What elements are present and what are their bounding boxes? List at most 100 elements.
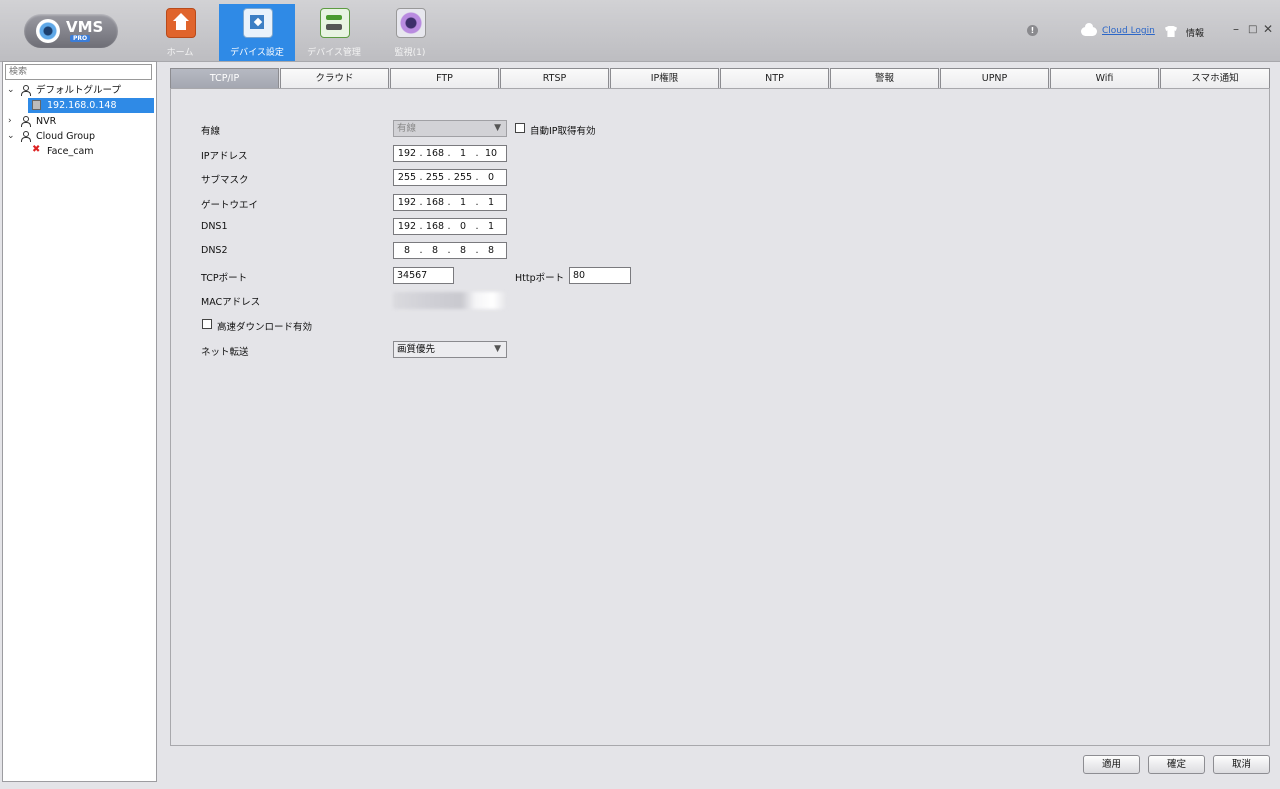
dns2-field[interactable]: 8. 8. 8. 8 bbox=[393, 242, 507, 259]
ok-button[interactable]: 確定 bbox=[1148, 755, 1205, 774]
dns2-octet[interactable]: 8 bbox=[480, 245, 502, 256]
network-type-select: 有線 ▼ bbox=[393, 120, 507, 137]
ip-octet[interactable]: 10 bbox=[480, 148, 502, 159]
net-transfer-select[interactable]: 画質優先 ▼ bbox=[393, 341, 507, 358]
nav-monitor-label: 監視(1) bbox=[394, 48, 426, 58]
shirt-icon[interactable] bbox=[1165, 26, 1177, 37]
tree-item-face-cam[interactable]: ✖ Face_cam bbox=[28, 144, 154, 159]
ip-octet[interactable]: 192 bbox=[396, 148, 418, 159]
dns2-octet[interactable]: 8 bbox=[452, 245, 474, 256]
gateway-octet[interactable]: 192 bbox=[396, 197, 418, 208]
tab-rtsp[interactable]: RTSP bbox=[500, 68, 609, 88]
ip-address-field[interactable]: 192. 168. 1. 10 bbox=[393, 145, 507, 162]
search-input[interactable] bbox=[5, 64, 152, 80]
alert-icon[interactable]: ! bbox=[1027, 25, 1038, 36]
tab-wifi[interactable]: Wifi bbox=[1050, 68, 1159, 88]
dns1-label: DNS1 bbox=[201, 221, 228, 232]
gateway-field[interactable]: 192. 168. 1. 1 bbox=[393, 194, 507, 211]
tcp-port-input[interactable]: 34567 bbox=[393, 267, 454, 284]
dhcp-checkbox[interactable] bbox=[515, 123, 525, 133]
tree-item-nvr[interactable]: › NVR bbox=[6, 114, 154, 129]
dns1-octet[interactable]: 192 bbox=[396, 221, 418, 232]
nav-device-manager-button[interactable]: デバイス管理 bbox=[296, 4, 372, 61]
nav-home-button[interactable]: ホーム bbox=[142, 4, 218, 61]
ip-address-label: IPアドレス bbox=[201, 151, 248, 162]
chevron-right-icon[interactable]: › bbox=[8, 114, 16, 129]
dns2-octet[interactable]: 8 bbox=[396, 245, 418, 256]
tab-upnp[interactable]: UPNP bbox=[940, 68, 1049, 88]
fast-download-checkbox[interactable] bbox=[202, 319, 212, 329]
minimize-button[interactable]: – bbox=[1233, 22, 1239, 36]
device-icon bbox=[32, 100, 41, 110]
tab-mobile-notify[interactable]: スマホ通知 bbox=[1160, 68, 1270, 88]
tree-item-cloud-group[interactable]: ⌄ Cloud Group bbox=[6, 129, 154, 144]
dns1-octet[interactable]: 168 bbox=[424, 221, 446, 232]
apply-button[interactable]: 適用 bbox=[1083, 755, 1140, 774]
home-icon bbox=[166, 8, 196, 38]
nav-device-manager-label: デバイス管理 bbox=[307, 48, 361, 58]
fast-download-label: 高速ダウンロード有効 bbox=[217, 322, 313, 333]
tab-tcpip[interactable]: TCP/IP bbox=[170, 68, 279, 88]
chevron-down-icon[interactable]: ⌄ bbox=[7, 83, 15, 98]
tab-ntp[interactable]: NTP bbox=[720, 68, 829, 88]
subnet-mask-label: サブマスク bbox=[201, 175, 249, 186]
gateway-octet[interactable]: 1 bbox=[480, 197, 502, 208]
tree-item-device-192-168-0-148[interactable]: 192.168.0.148 bbox=[28, 98, 154, 113]
mac-address-label: MACアドレス bbox=[201, 297, 261, 308]
info-link[interactable]: 情報 bbox=[1186, 26, 1204, 39]
gateway-octet[interactable]: 1 bbox=[452, 197, 474, 208]
group-icon bbox=[21, 131, 31, 142]
dns1-octet[interactable]: 1 bbox=[480, 221, 502, 232]
wired-label: 有線 bbox=[201, 126, 221, 137]
chevron-down-icon[interactable]: ⌄ bbox=[7, 129, 15, 144]
tab-ip-permission[interactable]: IP権限 bbox=[610, 68, 719, 88]
tab-cloud[interactable]: クラウド bbox=[280, 68, 389, 88]
close-button[interactable]: ✕ bbox=[1263, 22, 1273, 36]
monitor-icon bbox=[396, 8, 426, 38]
cloud-login-link[interactable]: Cloud Login bbox=[1102, 26, 1155, 36]
http-port-input[interactable]: 80 bbox=[569, 267, 631, 284]
maximize-button[interactable]: □ bbox=[1248, 24, 1257, 35]
dns2-label: DNS2 bbox=[201, 245, 228, 256]
dns2-octet[interactable]: 8 bbox=[424, 245, 446, 256]
nav-monitor-button[interactable]: 監視(1) bbox=[372, 4, 448, 61]
group-icon bbox=[21, 85, 31, 96]
tab-alarm[interactable]: 警報 bbox=[830, 68, 939, 88]
net-transfer-label: ネット転送 bbox=[201, 347, 249, 358]
tab-ftp[interactable]: FTP bbox=[390, 68, 499, 88]
device-config-icon bbox=[243, 8, 273, 38]
ip-octet[interactable]: 1 bbox=[452, 148, 474, 159]
subnet-mask-field[interactable]: 255. 255. 255. 0 bbox=[393, 169, 507, 186]
tree-item-label: 192.168.0.148 bbox=[47, 100, 117, 111]
tree-item-label: NVR bbox=[36, 116, 57, 127]
tree-item-label: Cloud Group bbox=[36, 131, 96, 142]
logo-badge: PRO bbox=[70, 35, 91, 42]
tree-item-label: Face_cam bbox=[47, 146, 94, 157]
ip-octet[interactable]: 168 bbox=[424, 148, 446, 159]
nav-device-config-button[interactable]: デバイス設定 bbox=[219, 4, 295, 61]
nav-home-label: ホーム bbox=[166, 48, 194, 58]
subnet-octet[interactable]: 255 bbox=[424, 172, 446, 183]
dropdown-arrow-icon: ▼ bbox=[494, 344, 501, 354]
device-manager-icon bbox=[320, 8, 350, 38]
tree-item-default-group[interactable]: ⌄ デフォルトグループ bbox=[6, 83, 154, 98]
tree-item-label: デフォルトグループ bbox=[36, 85, 121, 96]
dropdown-arrow-icon: ▼ bbox=[494, 123, 501, 133]
network-type-value: 有線 bbox=[397, 123, 417, 134]
subnet-octet[interactable]: 255 bbox=[452, 172, 474, 183]
offline-error-icon: ✖ bbox=[32, 144, 41, 155]
cloud-icon bbox=[1081, 23, 1097, 36]
dns1-octet[interactable]: 0 bbox=[452, 221, 474, 232]
top-toolbar: VMS PRO ホーム デバイス設定 デバイス管理 監視(1) ! Cloud … bbox=[0, 0, 1280, 62]
cancel-button[interactable]: 取消 bbox=[1213, 755, 1270, 774]
tcp-port-label: TCPポート bbox=[201, 273, 248, 284]
logo-text: VMS bbox=[66, 18, 104, 36]
subnet-octet[interactable]: 0 bbox=[480, 172, 502, 183]
gateway-octet[interactable]: 168 bbox=[424, 197, 446, 208]
group-icon bbox=[21, 116, 31, 127]
mac-address-redacted bbox=[393, 292, 507, 309]
dns1-field[interactable]: 192. 168. 0. 1 bbox=[393, 218, 507, 235]
net-transfer-value: 画質優先 bbox=[397, 344, 436, 355]
subnet-octet[interactable]: 255 bbox=[396, 172, 418, 183]
vms-logo: VMS PRO bbox=[24, 14, 118, 48]
